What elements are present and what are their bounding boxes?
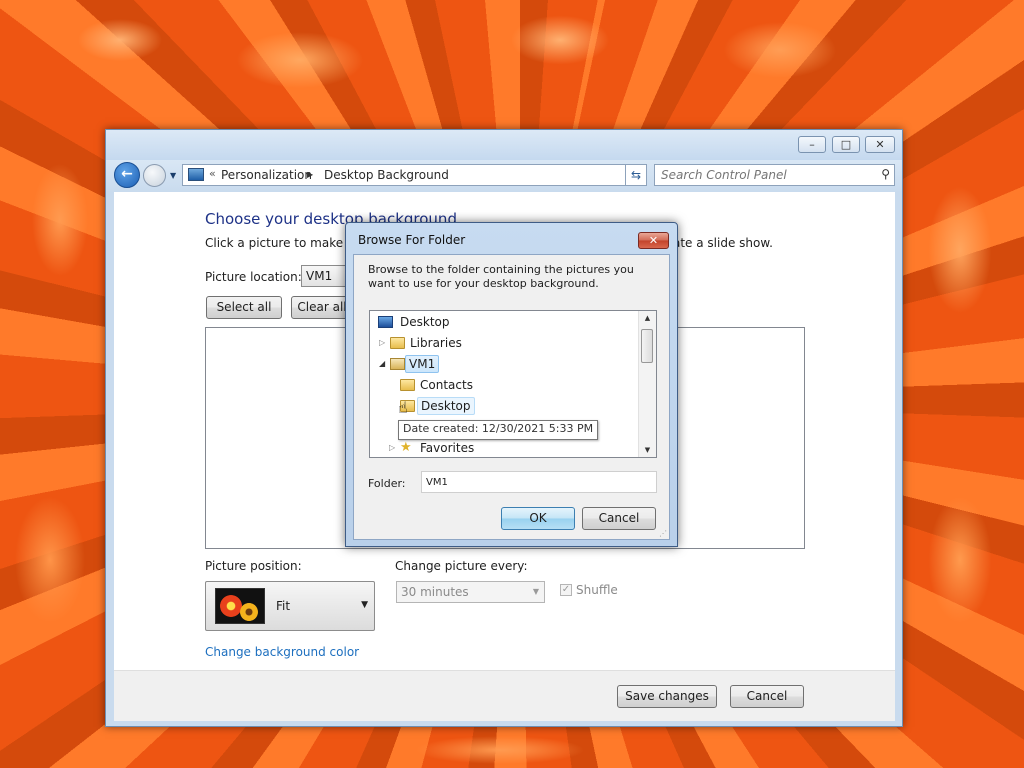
- resize-grip-icon[interactable]: ⋰: [659, 529, 667, 538]
- hand-cursor-icon: ☝: [398, 398, 408, 417]
- breadcrumb-personalization[interactable]: Personalization: [221, 168, 312, 182]
- expand-icon[interactable]: ▷: [389, 439, 395, 457]
- browse-for-folder-dialog: Browse For Folder ✕ Browse to the folder…: [345, 222, 678, 547]
- tree-item-label: Libraries: [410, 336, 462, 350]
- select-all-button[interactable]: Select all: [206, 296, 282, 319]
- desktop-icon: [378, 316, 393, 328]
- dialog-instructions: Browse to the folder containing the pict…: [368, 263, 634, 290]
- tree-item-label: Favorites: [420, 441, 475, 455]
- search-input[interactable]: [659, 167, 873, 183]
- tree-item-label: Desktop: [400, 315, 450, 329]
- tree-item-vm1[interactable]: ◢ VM1: [378, 355, 578, 373]
- save-changes-button[interactable]: Save changes: [617, 685, 717, 708]
- tree-item-label: Contacts: [420, 378, 473, 392]
- search-box[interactable]: ⚲: [654, 164, 895, 186]
- dialog-close-button[interactable]: ✕: [638, 232, 669, 249]
- collapse-icon[interactable]: ◢: [379, 355, 385, 373]
- page-description-tail: ate a slide show.: [673, 236, 773, 250]
- address-bar[interactable]: « Personalization ▶ Desktop Background ▼: [182, 164, 644, 186]
- picture-position-select[interactable]: Fit ▼: [205, 581, 375, 631]
- shuffle-checkbox[interactable]: ✓: [560, 584, 572, 596]
- tree-item-desktop[interactable]: Desktop: [378, 313, 578, 331]
- breadcrumb-separator-icon[interactable]: ▶: [307, 170, 313, 179]
- scroll-down-icon[interactable]: ▼: [639, 443, 656, 457]
- change-picture-select[interactable]: 30 minutes ▼: [396, 581, 545, 603]
- scroll-up-icon[interactable]: ▲: [639, 311, 656, 325]
- picture-position-value: Fit: [276, 599, 291, 613]
- user-folder-icon: [390, 358, 405, 370]
- libraries-icon: [390, 337, 405, 349]
- shuffle-label[interactable]: Shuffle: [576, 583, 618, 597]
- dialog-body: Browse to the folder containing the pict…: [353, 254, 670, 540]
- control-panel-icon: [188, 168, 204, 181]
- close-button[interactable]: ✕: [865, 136, 895, 153]
- cancel-button[interactable]: Cancel: [730, 685, 804, 708]
- back-button[interactable]: ←: [114, 162, 140, 188]
- refresh-button[interactable]: ⇆: [625, 164, 647, 186]
- fit-preview-thumbnail: [215, 588, 265, 624]
- tree-item-favorites[interactable]: ▷ ★ Favorites: [378, 439, 578, 457]
- change-background-color-link[interactable]: Change background color: [205, 645, 359, 659]
- breadcrumb-overflow[interactable]: «: [209, 167, 216, 180]
- tree-item-contacts[interactable]: Contacts: [378, 376, 578, 394]
- chevron-down-icon: ▼: [361, 600, 368, 610]
- footer-bar: Save changes Cancel: [114, 670, 895, 721]
- minimize-icon: –: [809, 138, 815, 151]
- scroll-thumb[interactable]: [641, 329, 653, 363]
- folder-label: Folder:: [368, 477, 406, 490]
- change-picture-label: Change picture every:: [395, 559, 528, 573]
- close-icon: ✕: [648, 234, 659, 247]
- expand-icon[interactable]: ▷: [379, 334, 385, 352]
- navigation-bar: ← ▼ « Personalization ▶ Desktop Backgrou…: [106, 160, 902, 192]
- search-icon[interactable]: ⚲: [881, 167, 890, 181]
- tree-scrollbar[interactable]: ▲ ▼: [638, 311, 656, 457]
- recent-pages-dropdown-icon[interactable]: ▼: [170, 171, 180, 181]
- back-arrow-icon: ←: [121, 166, 133, 182]
- ok-button[interactable]: OK: [501, 507, 575, 530]
- page-description: Click a picture to make it y: [205, 236, 366, 250]
- tree-item-libraries[interactable]: ▷ Libraries: [378, 334, 578, 352]
- picture-location-label: Picture location:: [205, 270, 302, 284]
- minimize-button[interactable]: –: [798, 136, 826, 153]
- tree-item-label: Desktop: [417, 397, 475, 415]
- dialog-title: Browse For Folder: [358, 233, 466, 247]
- maximize-icon: □: [840, 138, 852, 151]
- folder-field[interactable]: [421, 471, 657, 493]
- contacts-folder-icon: [400, 379, 415, 391]
- title-bar[interactable]: – □ ✕: [106, 130, 902, 160]
- tree-item-vm1-desktop[interactable]: Desktop: [378, 397, 578, 415]
- dialog-cancel-button[interactable]: Cancel: [582, 507, 656, 530]
- maximize-button[interactable]: □: [832, 136, 860, 153]
- tooltip: Date created: 12/30/2021 5:33 PM: [398, 420, 599, 440]
- refresh-icon: ⇆: [630, 168, 642, 182]
- picture-position-label: Picture position:: [205, 559, 302, 573]
- chevron-down-icon: ▼: [532, 587, 539, 596]
- clear-all-button[interactable]: Clear all: [291, 296, 353, 319]
- change-picture-value: 30 minutes: [401, 585, 469, 599]
- tree-item-label: VM1: [405, 355, 440, 373]
- favorites-star-icon: ★: [400, 440, 412, 455]
- forward-button[interactable]: [143, 164, 166, 187]
- breadcrumb-desktop-background[interactable]: Desktop Background: [324, 168, 449, 182]
- close-icon: ✕: [875, 138, 885, 151]
